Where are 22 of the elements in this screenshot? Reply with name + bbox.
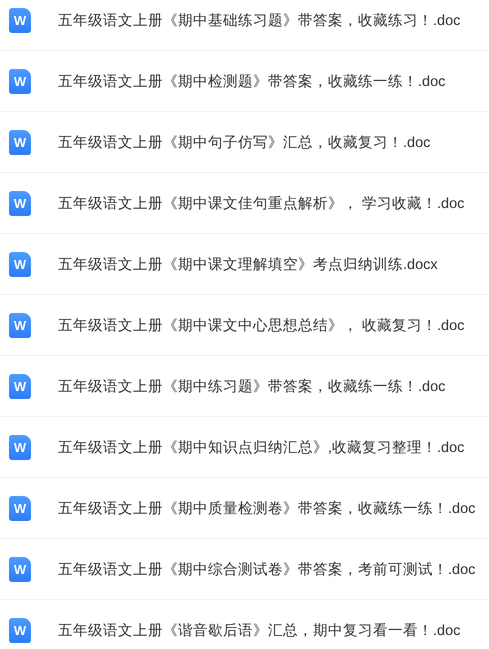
file-name-link[interactable]: 五年级语文上册《期中句子仿写》汇总，收藏复习！.doc xyxy=(58,132,430,152)
file-name-link[interactable]: 五年级语文上册《期中课文中心思想总结》， 收藏复习！.doc xyxy=(58,316,464,334)
file-name-link[interactable]: 五年级语文上册《期中知识点归纳汇总》,收藏复习整理！.doc xyxy=(58,438,464,456)
word-file-icon: W xyxy=(9,556,31,582)
word-file-icon: W xyxy=(9,618,31,642)
word-file-icon: W xyxy=(9,434,31,460)
file-name-link[interactable]: 五年级语文上册《期中检测题》带答案，收藏练一练！.doc xyxy=(58,72,446,90)
word-file-icon: W xyxy=(9,496,31,520)
file-name-link[interactable]: 五年级语文上册《期中综合测试卷》带答案，考前可测试！.doc xyxy=(58,560,476,578)
word-file-icon: W xyxy=(9,312,31,338)
word-file-icon: W xyxy=(9,374,31,398)
word-file-icon: W xyxy=(9,190,31,216)
file-name-link[interactable]: 五年级语文上册《谐音歇后语》汇总，期中复习看一看！.doc xyxy=(58,620,460,640)
file-name-link[interactable]: 五年级语文上册《期中基础练习题》带答案，收藏练习！.doc xyxy=(58,10,460,30)
file-name-link[interactable]: 五年级语文上册《期中课文理解填空》考点归纳训练.docx xyxy=(58,254,438,274)
word-file-icon: W xyxy=(9,68,31,94)
word-file-icon: W xyxy=(9,252,31,276)
file-name-link[interactable]: 五年级语文上册《期中练习题》带答案，收藏练一练！.doc xyxy=(58,376,446,396)
file-name-link[interactable]: 五年级语文上册《期中质量检测卷》带答案，收藏练一练！.doc xyxy=(58,498,476,518)
file-name-link[interactable]: 五年级语文上册《期中课文佳句重点解析》， 学习收藏！.doc xyxy=(58,194,464,212)
word-file-icon: W xyxy=(9,130,31,154)
word-file-icon: W xyxy=(9,8,31,32)
